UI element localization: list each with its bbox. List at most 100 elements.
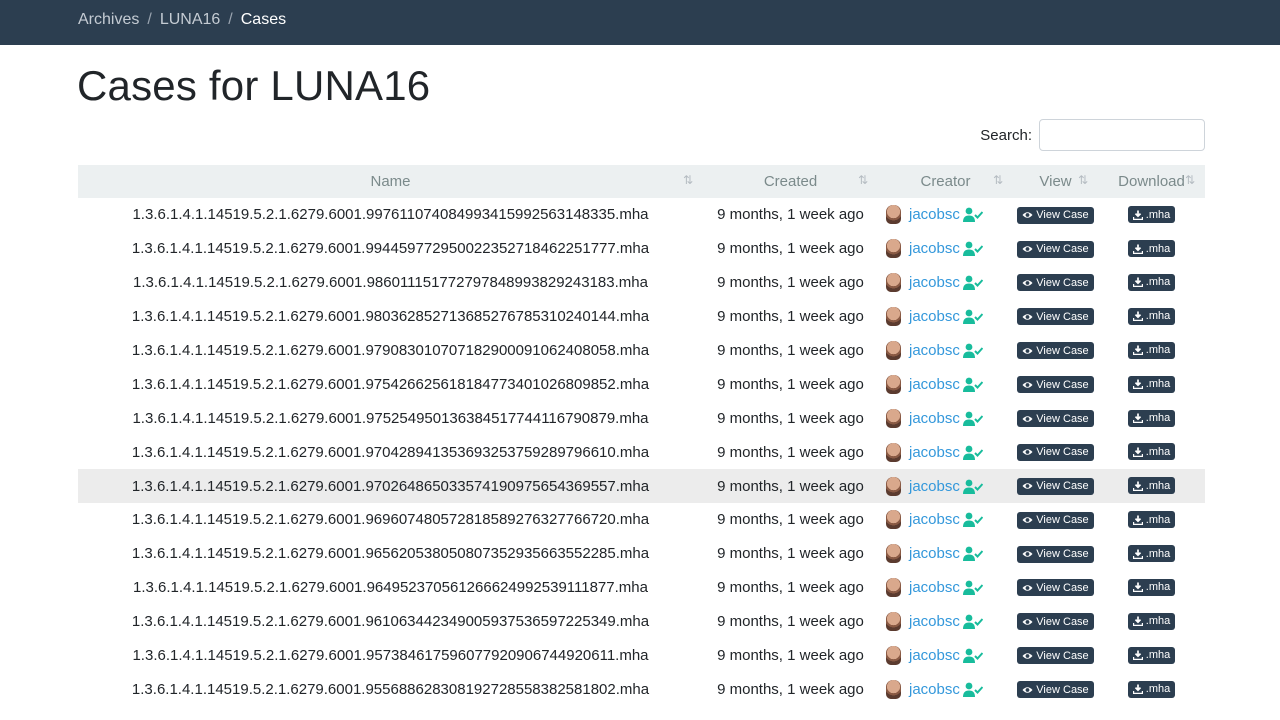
download-button[interactable]: .mha bbox=[1127, 273, 1176, 291]
eye-icon bbox=[1022, 619, 1033, 625]
case-created: 9 months, 1 week ago bbox=[717, 647, 864, 665]
download-icon bbox=[1132, 447, 1143, 457]
user-avatar bbox=[886, 476, 901, 496]
download-button[interactable]: .mha bbox=[1127, 443, 1176, 461]
download-button[interactable]: .mha bbox=[1127, 240, 1176, 258]
creator-link[interactable]: jacobsc bbox=[909, 613, 960, 630]
view-case-button[interactable]: View Case bbox=[1017, 681, 1094, 699]
download-label: .mha bbox=[1145, 649, 1171, 662]
view-case-button[interactable]: View Case bbox=[1017, 545, 1094, 563]
column-header-name[interactable]: Name ⇅ bbox=[78, 173, 703, 190]
view-case-button[interactable]: View Case bbox=[1017, 511, 1094, 529]
view-case-label: View Case bbox=[1036, 615, 1089, 628]
user-avatar bbox=[886, 646, 901, 666]
breadcrumb-archives[interactable]: Archives bbox=[78, 11, 139, 28]
user-check-icon bbox=[962, 614, 983, 630]
user-check-icon bbox=[962, 445, 983, 460]
creator-link[interactable]: jacobsc bbox=[909, 579, 960, 596]
download-label: .mha bbox=[1145, 208, 1171, 221]
creator-link[interactable]: jacobsc bbox=[909, 545, 960, 562]
download-cell: .mha bbox=[1098, 646, 1205, 665]
view-case-button[interactable]: View Case bbox=[1017, 579, 1094, 597]
view-case-button[interactable]: View Case bbox=[1017, 613, 1094, 631]
download-icon bbox=[1132, 311, 1143, 322]
download-cell: .mha bbox=[1098, 545, 1205, 563]
view-case-button[interactable]: View Case bbox=[1017, 376, 1094, 394]
creator-link[interactable]: jacobsc bbox=[909, 342, 960, 359]
search-input[interactable] bbox=[1039, 119, 1205, 151]
view-case-button[interactable]: View Case bbox=[1017, 443, 1094, 461]
user-check-icon bbox=[962, 580, 983, 596]
creator-link[interactable]: jacobsc bbox=[909, 511, 960, 528]
view-case-label: View Case bbox=[1036, 649, 1089, 662]
case-creator: jacobsc bbox=[878, 510, 1013, 530]
case-creator: jacobsc bbox=[878, 307, 1013, 327]
creator-link[interactable]: jacobsc bbox=[909, 444, 960, 461]
view-case-label: View Case bbox=[1036, 548, 1089, 561]
breadcrumb-luna16[interactable]: LUNA16 bbox=[160, 11, 220, 28]
download-button[interactable]: .mha bbox=[1127, 477, 1176, 495]
table-row: 1.3.6.1.4.1.14519.5.2.1.6279.6001.969607… bbox=[78, 503, 1205, 537]
view-case-button[interactable]: View Case bbox=[1017, 342, 1094, 360]
view-case-button[interactable]: View Case bbox=[1017, 410, 1094, 428]
user-avatar bbox=[886, 578, 901, 598]
download-label: .mha bbox=[1145, 378, 1171, 391]
case-created: 9 months, 1 week ago bbox=[717, 274, 864, 292]
view-cell: View Case bbox=[1013, 545, 1098, 563]
download-icon bbox=[1132, 379, 1143, 390]
download-icon bbox=[1132, 582, 1143, 593]
table-body: 1.3.6.1.4.1.14519.5.2.1.6279.6001.997611… bbox=[78, 198, 1205, 706]
case-name: 1.3.6.1.4.1.14519.5.2.1.6279.6001.975254… bbox=[132, 409, 649, 427]
view-case-button[interactable]: View Case bbox=[1017, 274, 1094, 292]
creator-link[interactable]: jacobsc bbox=[909, 681, 960, 698]
column-header-view[interactable]: View ⇅ bbox=[1013, 173, 1098, 190]
column-header-creator[interactable]: Creator ⇅ bbox=[878, 173, 1013, 190]
download-button[interactable]: .mha bbox=[1127, 511, 1176, 529]
view-cell: View Case bbox=[1013, 342, 1098, 360]
download-label: .mha bbox=[1145, 310, 1171, 323]
download-label: .mha bbox=[1145, 242, 1171, 255]
view-case-button[interactable]: View Case bbox=[1017, 477, 1094, 495]
view-case-button[interactable]: View Case bbox=[1017, 308, 1094, 326]
download-button[interactable]: .mha bbox=[1127, 578, 1176, 596]
sort-icon: ⇅ bbox=[682, 173, 693, 187]
download-button[interactable]: .mha bbox=[1127, 612, 1176, 630]
creator-link[interactable]: jacobsc bbox=[909, 274, 960, 291]
download-icon bbox=[1132, 616, 1143, 627]
download-button[interactable]: .mha bbox=[1127, 409, 1176, 427]
download-button[interactable]: .mha bbox=[1127, 375, 1176, 393]
case-creator: jacobsc bbox=[878, 612, 1013, 632]
user-avatar bbox=[886, 273, 901, 293]
column-header-download[interactable]: Download ⇅ bbox=[1098, 173, 1205, 190]
download-button[interactable]: .mha bbox=[1127, 545, 1176, 563]
view-case-button[interactable]: View Case bbox=[1017, 206, 1094, 224]
creator-link[interactable]: jacobsc bbox=[909, 206, 960, 223]
download-button[interactable]: .mha bbox=[1127, 307, 1176, 325]
download-button[interactable]: .mha bbox=[1127, 646, 1176, 664]
case-name: 1.3.6.1.4.1.14519.5.2.1.6279.6001.979083… bbox=[131, 342, 650, 359]
download-button[interactable]: .mha bbox=[1127, 680, 1176, 698]
breadcrumb-separator: / bbox=[228, 11, 233, 28]
user-avatar bbox=[886, 374, 901, 394]
eye-icon bbox=[1022, 585, 1033, 591]
table-row: 1.3.6.1.4.1.14519.5.2.1.6279.6001.986011… bbox=[78, 266, 1205, 300]
download-icon bbox=[1132, 549, 1143, 559]
view-case-button[interactable]: View Case bbox=[1017, 240, 1094, 258]
table-row: 1.3.6.1.4.1.14519.5.2.1.6279.6001.975426… bbox=[78, 367, 1205, 401]
case-name: 1.3.6.1.4.1.14519.5.2.1.6279.6001.964952… bbox=[133, 579, 648, 597]
creator-link[interactable]: jacobsc bbox=[909, 647, 960, 664]
creator-link[interactable]: jacobsc bbox=[909, 410, 960, 427]
creator-link[interactable]: jacobsc bbox=[909, 308, 960, 325]
user-check-icon bbox=[962, 682, 983, 697]
view-case-label: View Case bbox=[1036, 480, 1089, 493]
creator-link[interactable]: jacobsc bbox=[909, 240, 960, 257]
column-header-created[interactable]: Created ⇅ bbox=[703, 173, 878, 190]
creator-link[interactable]: jacobsc bbox=[909, 376, 960, 393]
download-label: .mha bbox=[1145, 276, 1171, 289]
view-case-button[interactable]: View Case bbox=[1017, 647, 1094, 665]
download-button[interactable]: .mha bbox=[1127, 206, 1176, 224]
download-button[interactable]: .mha bbox=[1127, 341, 1176, 359]
creator-link[interactable]: jacobsc bbox=[909, 478, 960, 495]
case-name: 1.3.6.1.4.1.14519.5.2.1.6279.6001.970428… bbox=[131, 443, 650, 461]
user-avatar bbox=[886, 442, 901, 462]
